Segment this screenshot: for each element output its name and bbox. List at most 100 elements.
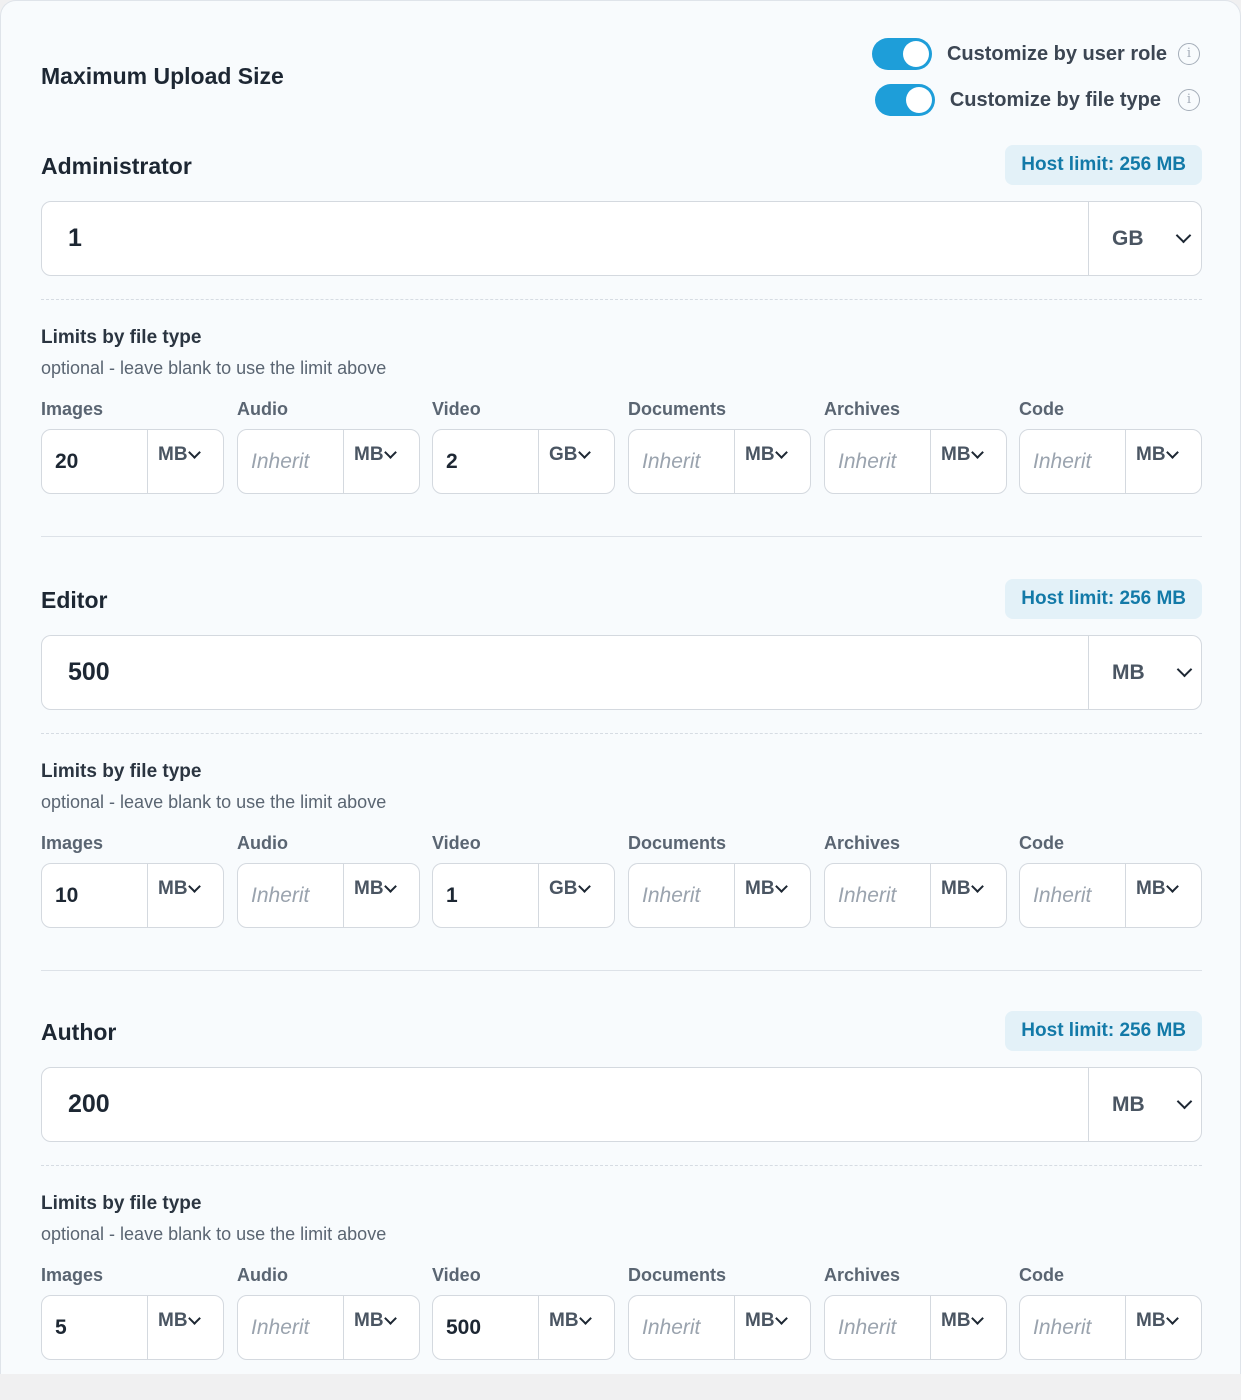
- file-type-input[interactable]: Inherit MB: [628, 1295, 811, 1360]
- file-type-unit-select[interactable]: MB: [735, 1296, 810, 1359]
- user-role-toggle-label: Customize by user role: [946, 42, 1167, 65]
- role-limit-value[interactable]: 500: [42, 636, 1088, 709]
- divider: [41, 299, 1202, 300]
- file-type-limits-subtitle: optional - leave blank to use the limit …: [41, 358, 387, 378]
- file-type-value[interactable]: 20: [42, 430, 148, 493]
- file-type-value[interactable]: 1: [433, 864, 539, 927]
- file-type-unit-select[interactable]: MB: [735, 430, 810, 493]
- file-type-value[interactable]: Inherit: [238, 864, 344, 927]
- file-type-unit-select[interactable]: MB: [148, 864, 223, 927]
- file-type-label: Code: [1019, 1265, 1064, 1285]
- file-type-input[interactable]: Inherit MB: [1019, 429, 1202, 494]
- file-type-label: Images: [41, 1265, 104, 1285]
- file-type-value[interactable]: Inherit: [825, 430, 931, 493]
- role-limit-input[interactable]: 500 MB: [41, 635, 1202, 710]
- role-limit-input[interactable]: 200 MB: [41, 1067, 1202, 1142]
- file-type-value[interactable]: Inherit: [238, 430, 344, 493]
- file-type-unit-select[interactable]: MB: [931, 1296, 1006, 1359]
- file-type-unit-select[interactable]: MB: [344, 430, 419, 493]
- file-type-input[interactable]: Inherit MB: [628, 429, 811, 494]
- role-unit-select[interactable]: GB: [1088, 202, 1201, 275]
- file-type-input[interactable]: 1 GB: [432, 863, 615, 928]
- file-type-unit-select[interactable]: MB: [344, 864, 419, 927]
- file-type-input[interactable]: 5 MB: [41, 1295, 224, 1360]
- file-type-field: Images 20 MB: [41, 399, 224, 494]
- file-type-field: Archives Inherit MB: [824, 399, 1007, 494]
- role-limit-input[interactable]: 1 GB: [41, 201, 1202, 276]
- file-type-value[interactable]: 5: [42, 1296, 148, 1359]
- role-unit-select[interactable]: MB: [1088, 1068, 1201, 1141]
- user-role-toggle[interactable]: [871, 38, 932, 70]
- file-type-input[interactable]: 2 GB: [432, 429, 615, 494]
- file-type-value[interactable]: Inherit: [238, 1296, 344, 1359]
- file-type-value[interactable]: 2: [433, 430, 539, 493]
- file-type-label: Audio: [237, 399, 288, 419]
- chevron-down-icon: [187, 1312, 201, 1325]
- file-type-input[interactable]: Inherit MB: [237, 1295, 420, 1360]
- file-type-unit-select[interactable]: GB: [539, 864, 614, 927]
- chevron-down-icon: [578, 1312, 592, 1325]
- file-type-unit-select[interactable]: MB: [1126, 1296, 1201, 1359]
- file-type-input[interactable]: Inherit MB: [1019, 863, 1202, 928]
- file-type-label: Images: [41, 399, 104, 419]
- file-type-value[interactable]: Inherit: [825, 864, 931, 927]
- file-type-input[interactable]: Inherit MB: [1019, 1295, 1202, 1360]
- host-limit-badge: Host limit: 256 MB: [1005, 1011, 1202, 1051]
- file-type-unit-select[interactable]: MB: [1126, 430, 1201, 493]
- file-type-input[interactable]: Inherit MB: [824, 429, 1007, 494]
- chevron-down-icon: [1165, 446, 1179, 459]
- file-type-limits-title: Limits by file type: [41, 761, 202, 782]
- file-type-value[interactable]: 500: [433, 1296, 539, 1359]
- file-type-unit-select[interactable]: GB: [539, 430, 614, 493]
- file-type-value[interactable]: Inherit: [1020, 1296, 1126, 1359]
- file-type-unit: GB: [549, 444, 578, 465]
- file-type-input[interactable]: Inherit MB: [237, 429, 420, 494]
- file-type-unit-select[interactable]: MB: [1126, 864, 1201, 927]
- file-type-value[interactable]: Inherit: [1020, 430, 1126, 493]
- file-type-value[interactable]: Inherit: [629, 430, 735, 493]
- divider: [41, 1165, 1202, 1166]
- file-type-input[interactable]: 20 MB: [41, 429, 224, 494]
- file-type-field: Video 2 GB: [432, 399, 615, 494]
- file-type-unit: MB: [745, 444, 775, 465]
- file-type-unit-select[interactable]: MB: [735, 864, 810, 927]
- file-type-value[interactable]: 10: [42, 864, 148, 927]
- file-type-unit-select[interactable]: MB: [148, 430, 223, 493]
- file-type-unit-select[interactable]: MB: [539, 1296, 614, 1359]
- file-type-input[interactable]: Inherit MB: [824, 1295, 1007, 1360]
- file-type-unit-select[interactable]: MB: [931, 864, 1006, 927]
- file-type-value[interactable]: Inherit: [1020, 864, 1126, 927]
- role-unit-select[interactable]: MB: [1088, 636, 1201, 709]
- file-type-input[interactable]: Inherit MB: [824, 863, 1007, 928]
- info-icon[interactable]: i: [1178, 43, 1200, 65]
- info-icon[interactable]: i: [1178, 89, 1200, 111]
- host-limit-badge: Host limit: 256 MB: [1005, 145, 1202, 185]
- file-type-unit: MB: [941, 878, 971, 899]
- file-type-value[interactable]: Inherit: [629, 864, 735, 927]
- file-type-value[interactable]: Inherit: [825, 1296, 931, 1359]
- file-type-toggle[interactable]: [874, 84, 935, 116]
- section-separator: [41, 970, 1202, 971]
- file-type-field: Video 500 MB: [432, 1265, 615, 1360]
- file-type-unit-select[interactable]: MB: [148, 1296, 223, 1359]
- chevron-down-icon: [774, 446, 788, 459]
- file-type-label: Archives: [824, 833, 901, 853]
- file-type-unit-select[interactable]: MB: [931, 430, 1006, 493]
- file-type-input[interactable]: Inherit MB: [628, 863, 811, 928]
- role-unit-value: GB: [1112, 226, 1144, 250]
- file-type-input[interactable]: 10 MB: [41, 863, 224, 928]
- role-unit-value: MB: [1112, 660, 1145, 684]
- chevron-down-icon: [1165, 880, 1179, 893]
- chevron-down-icon: [774, 880, 788, 893]
- file-type-grid: Images 20 MB Audio Inherit MB Video 2 GB…: [41, 399, 1202, 494]
- role-limit-value[interactable]: 200: [42, 1068, 1088, 1141]
- file-type-unit: MB: [549, 1310, 579, 1331]
- file-type-unit: MB: [941, 1310, 971, 1331]
- divider: [41, 733, 1202, 734]
- file-type-input[interactable]: Inherit MB: [237, 863, 420, 928]
- file-type-value[interactable]: Inherit: [629, 1296, 735, 1359]
- file-type-unit-select[interactable]: MB: [344, 1296, 419, 1359]
- role-limit-value[interactable]: 1: [42, 202, 1088, 275]
- file-type-input[interactable]: 500 MB: [432, 1295, 615, 1360]
- file-type-label: Documents: [628, 399, 727, 419]
